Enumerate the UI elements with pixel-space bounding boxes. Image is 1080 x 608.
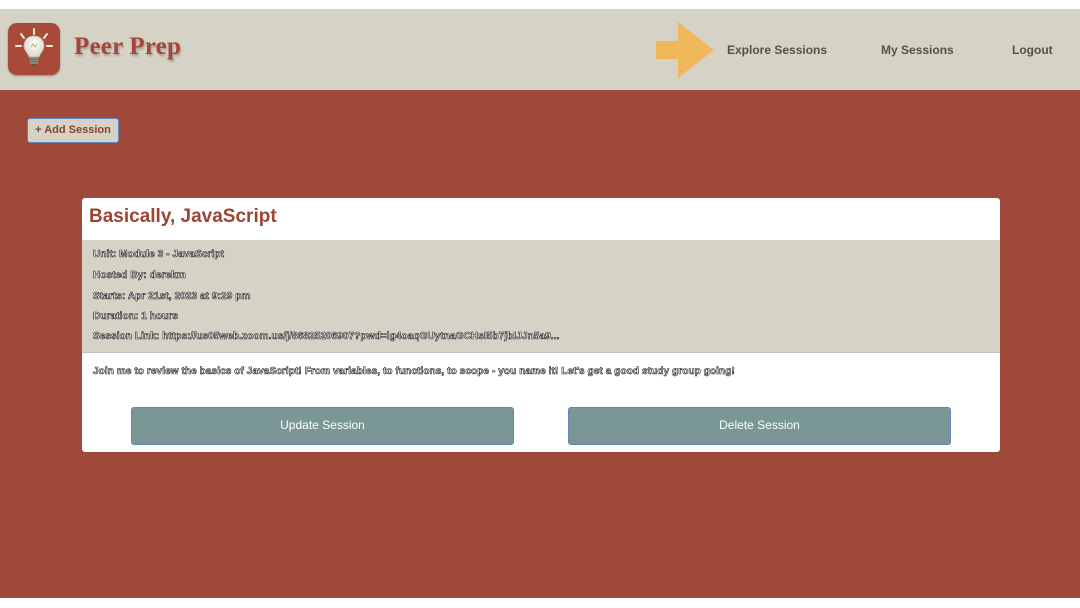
update-session-button[interactable]: Update Session bbox=[131, 407, 514, 445]
delete-session-button[interactable]: Delete Session bbox=[568, 407, 951, 445]
main-content: + Add Session Basically, JavaScript Unit… bbox=[0, 90, 1080, 598]
session-details: Unit: Module 3 - JavaScript Hosted By: d… bbox=[82, 240, 1000, 353]
nav-explore-sessions[interactable]: Explore Sessions bbox=[727, 43, 827, 57]
lightbulb-icon[interactable] bbox=[8, 23, 60, 75]
nav-logout[interactable]: Logout bbox=[1012, 43, 1053, 57]
session-host: Hosted By: derekm bbox=[93, 270, 186, 282]
add-session-button[interactable]: + Add Session bbox=[27, 118, 119, 143]
session-link[interactable]: Session Link: https://us05web.zoom.us/j/… bbox=[93, 331, 560, 343]
session-description: Join me to review the basics of JavaScri… bbox=[93, 366, 735, 378]
navbar: Peer Prep Explore Sessions My Sessions L… bbox=[0, 9, 1080, 90]
arrow-right-icon bbox=[656, 22, 714, 83]
session-start: Starts: Apr 21st, 2023 at 9:29 pm bbox=[93, 291, 251, 303]
session-unit: Unit: Module 3 - JavaScript bbox=[93, 249, 225, 261]
page: Peer Prep Explore Sessions My Sessions L… bbox=[0, 0, 1080, 608]
session-title: Basically, JavaScript bbox=[89, 206, 277, 227]
session-duration: Duration: 1 hours bbox=[93, 311, 179, 323]
nav-my-sessions[interactable]: My Sessions bbox=[881, 43, 954, 57]
session-card: Basically, JavaScript Unit: Module 3 - J… bbox=[82, 198, 1000, 452]
brand-title[interactable]: Peer Prep bbox=[74, 33, 181, 61]
